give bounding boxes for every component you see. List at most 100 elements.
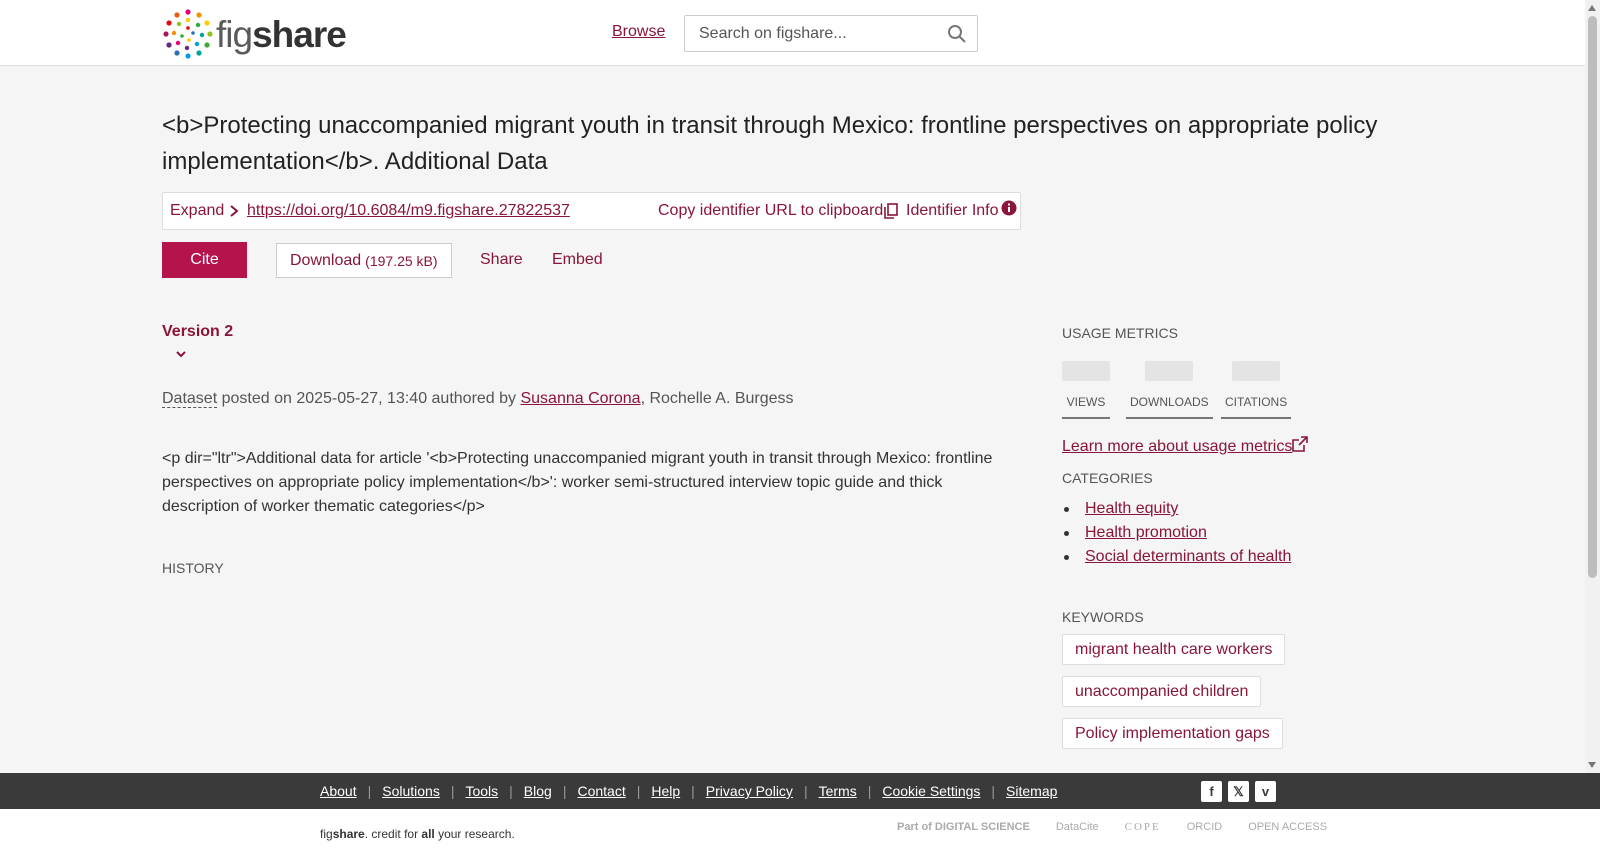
categories-list: Health equity Health promotion Social de… [1062, 497, 1291, 569]
category-link[interactable]: Health equity [1085, 497, 1178, 521]
expand-label: Expand [170, 202, 225, 219]
categories-heading: CATEGORIES [1062, 470, 1153, 486]
info-icon [1001, 200, 1016, 216]
browse-link[interactable]: Browse [612, 23, 665, 41]
separator: | [867, 783, 872, 799]
chevron-right-icon [230, 205, 239, 217]
usage-metrics-heading: USAGE METRICS [1062, 325, 1178, 341]
copy-identifier-button[interactable]: Copy identifier URL to clipboard [658, 202, 899, 220]
footer-link-contact[interactable]: Contact [577, 783, 625, 799]
metric-label: CITATIONS [1221, 395, 1292, 419]
bullet [1064, 554, 1069, 560]
keyword-tag[interactable]: Policy implementation gaps [1062, 718, 1283, 749]
separator: | [691, 783, 695, 799]
learn-more-label: Learn more about usage metrics [1062, 438, 1293, 455]
external-link-icon [1292, 436, 1309, 452]
figshare-logo-icon [163, 9, 213, 59]
version-selector[interactable]: Version 2 [162, 323, 233, 341]
footer-link-terms[interactable]: Terms [819, 783, 857, 799]
category-link[interactable]: Health promotion [1085, 521, 1207, 545]
identifier-info-label: Identifier Info [906, 202, 999, 219]
datacite-logo[interactable]: DataCite [1056, 821, 1099, 833]
identifier-info-button[interactable]: Identifier Info [906, 200, 1017, 220]
list-item: Health promotion [1062, 521, 1291, 545]
scroll-down-arrow-icon[interactable] [1588, 762, 1596, 768]
cope-logo[interactable]: COPE [1125, 821, 1161, 833]
separator: | [450, 783, 455, 799]
orcid-logo[interactable]: ORCID [1187, 821, 1222, 833]
separator: | [509, 783, 513, 799]
item-description: <p dir="ltr">Additional data for article… [162, 450, 993, 515]
metric-label: VIEWS [1062, 395, 1110, 419]
partner-logos: Part of DIGITAL SCIENCE DataCite COPE OR… [897, 821, 1327, 833]
footer-links: About | Solutions | Tools | Blog | Contact | … [320, 773, 1057, 809]
scroll-up-arrow-icon[interactable] [1588, 5, 1596, 11]
metric-value-placeholder [1145, 361, 1194, 381]
logo-wordmark: figshare [216, 13, 347, 55]
search-icon[interactable] [947, 24, 967, 44]
site-header: figshare Browse [0, 0, 1585, 66]
keywords-heading: KEYWORDS [1062, 609, 1144, 625]
share-button[interactable]: Share [480, 251, 523, 269]
list-item: Health equity [1062, 497, 1291, 521]
facebook-icon[interactable]: f [1201, 781, 1222, 802]
download-button[interactable]: Download (197.25 kB) [276, 243, 452, 278]
download-size: (197.25 kB) [365, 252, 438, 269]
footer-link-blog[interactable]: Blog [524, 783, 552, 799]
identifier-bar: Expand https://doi.org/10.6084/m9.figsha… [162, 192, 1021, 230]
footer-tagline: figshare. credit for all your research. [320, 827, 515, 841]
page-title: <b>Protecting unaccompanied migrant yout… [162, 112, 1378, 175]
bullet [1064, 530, 1069, 536]
download-label: Download [290, 251, 362, 269]
history-heading: HISTORY [162, 560, 224, 576]
footer-link-sitemap[interactable]: Sitemap [1006, 783, 1057, 799]
keyword-tag[interactable]: migrant health care workers [1062, 634, 1286, 665]
separator: | [367, 783, 372, 799]
footer-link-tools[interactable]: Tools [465, 783, 498, 799]
posted-text: posted on 2025-05-27, 13:40 authored by [217, 390, 521, 407]
search-box [684, 15, 978, 52]
cite-button[interactable]: Cite [162, 242, 247, 278]
digital-science-logo[interactable]: Part of DIGITAL SCIENCE [897, 821, 1030, 833]
separator: | [991, 783, 996, 799]
separator: | [803, 783, 808, 799]
footer-link-solutions[interactable]: Solutions [382, 783, 440, 799]
footer-link-cookie-settings[interactable]: Cookie Settings [882, 783, 980, 799]
metric-downloads[interactable]: DOWNLOADS [1126, 361, 1213, 419]
copy-icon [884, 203, 899, 219]
metric-views[interactable]: VIEWS [1062, 361, 1110, 419]
separator: | [562, 783, 567, 799]
embed-button[interactable]: Embed [552, 251, 603, 269]
footer-link-help[interactable]: Help [651, 783, 680, 799]
x-twitter-icon[interactable]: 𝕏 [1228, 781, 1249, 802]
search-input[interactable] [685, 16, 925, 51]
keyword-tag[interactable]: unaccompanied children [1062, 676, 1262, 707]
footer-link-privacy[interactable]: Privacy Policy [706, 783, 793, 799]
figshare-logo[interactable]: figshare [162, 8, 347, 60]
metric-value-placeholder [1062, 361, 1110, 381]
chevron-down-icon[interactable] [174, 349, 188, 359]
footer-link-about[interactable]: About [320, 783, 357, 799]
metric-value-placeholder [1232, 361, 1281, 381]
vimeo-icon[interactable]: v [1255, 781, 1276, 802]
item-type[interactable]: Dataset [162, 390, 218, 408]
footer-bottom: figshare. credit for all your research. … [0, 809, 1600, 857]
author-link[interactable]: Susanna Corona [520, 390, 640, 407]
learn-more-metrics-link[interactable]: Learn more about usage metrics [1062, 436, 1309, 456]
scrollbar-thumb[interactable] [1588, 16, 1597, 578]
doi-link[interactable]: https://doi.org/10.6084/m9.figshare.2782… [247, 202, 570, 220]
footer-bar: About | Solutions | Tools | Blog | Contact | … [0, 773, 1600, 809]
bullet [1064, 506, 1069, 512]
page-scrollbar[interactable] [1585, 0, 1600, 773]
social-links: f 𝕏 v [1201, 781, 1276, 802]
metric-label: DOWNLOADS [1126, 395, 1213, 419]
expand-button[interactable]: Expand [170, 202, 240, 220]
category-link[interactable]: Social determinants of health [1085, 545, 1291, 569]
copy-identifier-label: Copy identifier URL to clipboard [658, 202, 884, 219]
separator: | [636, 783, 641, 799]
metric-citations[interactable]: CITATIONS [1221, 361, 1292, 419]
list-item: Social determinants of health [1062, 545, 1291, 569]
author-name: Rochelle A. Burgess [649, 390, 794, 407]
open-access-logo[interactable]: OPEN ACCESS [1248, 821, 1327, 833]
posted-info: Dataset posted on 2025-05-27, 13:40 auth… [162, 390, 794, 408]
